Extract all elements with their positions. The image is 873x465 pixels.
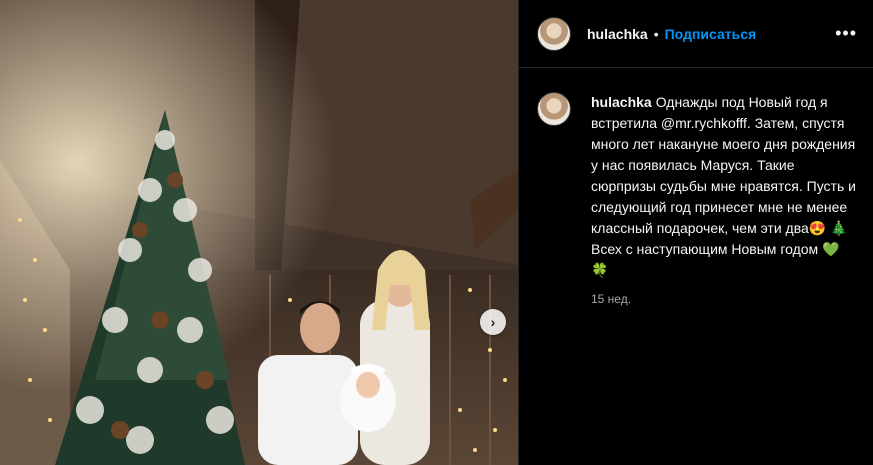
username-link[interactable]: hulachka bbox=[587, 26, 648, 42]
more-options-icon[interactable]: ••• bbox=[835, 23, 857, 44]
post-sidebar: hulachka • Подписаться ••• hulachka Однаж… bbox=[518, 0, 873, 465]
caption-avatar[interactable] bbox=[537, 92, 571, 126]
caption-username[interactable]: hulachka bbox=[591, 94, 652, 110]
post-timestamp[interactable]: 15 нед. bbox=[591, 289, 857, 310]
chevron-right-icon: › bbox=[490, 314, 496, 330]
caption-row: hulachka Однажды под Новый год я встретил… bbox=[519, 68, 873, 310]
follow-button[interactable]: Подписаться bbox=[665, 26, 757, 42]
separator-dot: • bbox=[653, 25, 659, 42]
avatar[interactable] bbox=[537, 16, 571, 51]
next-photo-button[interactable]: › bbox=[480, 309, 506, 335]
post-photo[interactable]: › bbox=[0, 0, 518, 465]
caption-body: Однажды под Новый год я встретила @mr.ry… bbox=[591, 94, 856, 278]
family-christmas-photo bbox=[0, 0, 518, 465]
post-header: hulachka • Подписаться ••• bbox=[519, 0, 873, 68]
caption: hulachka Однажды под Новый год я встретил… bbox=[591, 92, 857, 310]
